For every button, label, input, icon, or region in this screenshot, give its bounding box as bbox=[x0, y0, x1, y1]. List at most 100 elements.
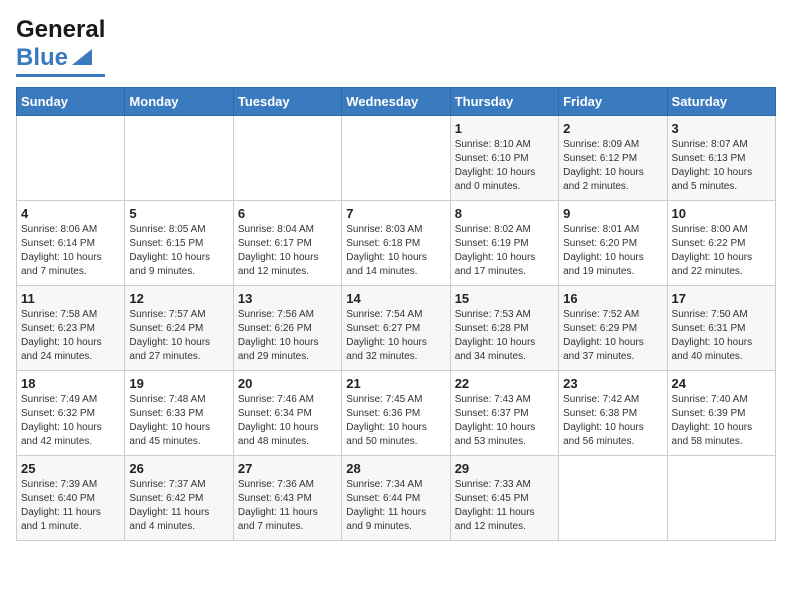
calendar-cell: 4 Sunrise: 8:06 AM Sunset: 6:14 PM Daylig… bbox=[17, 201, 125, 286]
calendar-cell: 15Sunrise: 7:53 AM Sunset: 6:28 PM Dayli… bbox=[450, 286, 558, 371]
day-number: 8 bbox=[455, 206, 554, 221]
calendar-cell: 2 Sunrise: 8:09 AM Sunset: 6:12 PM Daylig… bbox=[559, 116, 667, 201]
day-content: Sunrise: 8:10 AM Sunset: 6:10 PM Dayligh… bbox=[455, 138, 554, 194]
calendar-table: SundayMondayTuesdayWednesdayThursdayFrid… bbox=[16, 87, 776, 541]
day-number: 16 bbox=[563, 291, 662, 306]
day-content: Sunrise: 7:43 AM Sunset: 6:37 PM Dayligh… bbox=[455, 393, 554, 449]
day-content: Sunrise: 7:33 AM Sunset: 6:45 PM Dayligh… bbox=[455, 478, 554, 534]
weekday-header-row: SundayMondayTuesdayWednesdayThursdayFrid… bbox=[17, 88, 776, 116]
day-content: Sunrise: 7:46 AM Sunset: 6:34 PM Dayligh… bbox=[238, 393, 337, 449]
calendar-body: 1 Sunrise: 8:10 AM Sunset: 6:10 PM Daylig… bbox=[17, 116, 776, 541]
calendar-cell: 1 Sunrise: 8:10 AM Sunset: 6:10 PM Daylig… bbox=[450, 116, 558, 201]
day-content: Sunrise: 8:02 AM Sunset: 6:19 PM Dayligh… bbox=[455, 223, 554, 279]
day-content: Sunrise: 8:07 AM Sunset: 6:13 PM Dayligh… bbox=[672, 138, 771, 194]
day-content: Sunrise: 7:34 AM Sunset: 6:44 PM Dayligh… bbox=[346, 478, 445, 534]
day-number: 14 bbox=[346, 291, 445, 306]
weekday-header-cell: Tuesday bbox=[233, 88, 341, 116]
calendar-cell: 3 Sunrise: 8:07 AM Sunset: 6:13 PM Daylig… bbox=[667, 116, 775, 201]
calendar-cell: 11 Sunrise: 7:58 AM Sunset: 6:23 PM Dayli… bbox=[17, 286, 125, 371]
day-number: 13 bbox=[238, 291, 337, 306]
day-content: Sunrise: 8:00 AM Sunset: 6:22 PM Dayligh… bbox=[672, 223, 771, 279]
calendar-cell: 8 Sunrise: 8:02 AM Sunset: 6:19 PM Daylig… bbox=[450, 201, 558, 286]
day-content: Sunrise: 8:03 AM Sunset: 6:18 PM Dayligh… bbox=[346, 223, 445, 279]
calendar-cell: 18 Sunrise: 7:49 AM Sunset: 6:32 PM Dayli… bbox=[17, 371, 125, 456]
calendar-week-row: 11 Sunrise: 7:58 AM Sunset: 6:23 PM Dayli… bbox=[17, 286, 776, 371]
calendar-cell bbox=[342, 116, 450, 201]
day-content: Sunrise: 7:48 AM Sunset: 6:33 PM Dayligh… bbox=[129, 393, 228, 449]
weekday-header-cell: Friday bbox=[559, 88, 667, 116]
day-content: Sunrise: 7:54 AM Sunset: 6:27 PM Dayligh… bbox=[346, 308, 445, 364]
day-number: 25 bbox=[21, 461, 120, 476]
day-content: Sunrise: 7:42 AM Sunset: 6:38 PM Dayligh… bbox=[563, 393, 662, 449]
calendar-cell: 10 Sunrise: 8:00 AM Sunset: 6:22 PM Dayli… bbox=[667, 201, 775, 286]
day-content: Sunrise: 8:09 AM Sunset: 6:12 PM Dayligh… bbox=[563, 138, 662, 194]
day-content: Sunrise: 7:57 AM Sunset: 6:24 PM Dayligh… bbox=[129, 308, 228, 364]
weekday-header-cell: Monday bbox=[125, 88, 233, 116]
day-number: 11 bbox=[21, 291, 120, 306]
day-number: 21 bbox=[346, 376, 445, 391]
day-number: 29 bbox=[455, 461, 554, 476]
day-content: Sunrise: 7:53 AM Sunset: 6:28 PM Dayligh… bbox=[455, 308, 554, 364]
calendar-week-row: 18 Sunrise: 7:49 AM Sunset: 6:32 PM Dayli… bbox=[17, 371, 776, 456]
weekday-header-cell: Sunday bbox=[17, 88, 125, 116]
day-content: Sunrise: 7:39 AM Sunset: 6:40 PM Dayligh… bbox=[21, 478, 120, 534]
day-content: Sunrise: 8:01 AM Sunset: 6:20 PM Dayligh… bbox=[563, 223, 662, 279]
day-number: 9 bbox=[563, 206, 662, 221]
calendar-cell: 27 Sunrise: 7:36 AM Sunset: 6:43 PM Dayli… bbox=[233, 456, 341, 541]
day-content: Sunrise: 7:36 AM Sunset: 6:43 PM Dayligh… bbox=[238, 478, 337, 534]
calendar-cell: 26Sunrise: 7:37 AM Sunset: 6:42 PM Dayli… bbox=[125, 456, 233, 541]
calendar-cell: 9 Sunrise: 8:01 AM Sunset: 6:20 PM Daylig… bbox=[559, 201, 667, 286]
day-number: 20 bbox=[238, 376, 337, 391]
day-number: 22 bbox=[455, 376, 554, 391]
calendar-cell: 7 Sunrise: 8:03 AM Sunset: 6:18 PM Daylig… bbox=[342, 201, 450, 286]
logo-text: General Blue bbox=[16, 16, 105, 72]
weekday-header-cell: Wednesday bbox=[342, 88, 450, 116]
day-content: Sunrise: 7:58 AM Sunset: 6:23 PM Dayligh… bbox=[21, 308, 120, 364]
calendar-cell: 14 Sunrise: 7:54 AM Sunset: 6:27 PM Dayli… bbox=[342, 286, 450, 371]
calendar-cell: 21 Sunrise: 7:45 AM Sunset: 6:36 PM Dayli… bbox=[342, 371, 450, 456]
calendar-cell: 19 Sunrise: 7:48 AM Sunset: 6:33 PM Dayli… bbox=[125, 371, 233, 456]
calendar-cell: 24 Sunrise: 7:40 AM Sunset: 6:39 PM Dayli… bbox=[667, 371, 775, 456]
day-content: Sunrise: 7:56 AM Sunset: 6:26 PM Dayligh… bbox=[238, 308, 337, 364]
calendar-cell: 25 Sunrise: 7:39 AM Sunset: 6:40 PM Dayli… bbox=[17, 456, 125, 541]
day-number: 1 bbox=[455, 121, 554, 136]
day-number: 7 bbox=[346, 206, 445, 221]
day-number: 18 bbox=[21, 376, 120, 391]
day-number: 2 bbox=[563, 121, 662, 136]
calendar-cell: 16 Sunrise: 7:52 AM Sunset: 6:29 PM Dayli… bbox=[559, 286, 667, 371]
calendar-cell: 12 Sunrise: 7:57 AM Sunset: 6:24 PM Dayli… bbox=[125, 286, 233, 371]
day-number: 3 bbox=[672, 121, 771, 136]
day-content: Sunrise: 8:04 AM Sunset: 6:17 PM Dayligh… bbox=[238, 223, 337, 279]
day-number: 4 bbox=[21, 206, 120, 221]
day-number: 17 bbox=[672, 291, 771, 306]
day-number: 28 bbox=[346, 461, 445, 476]
calendar-cell: 6 Sunrise: 8:04 AM Sunset: 6:17 PM Daylig… bbox=[233, 201, 341, 286]
day-number: 12 bbox=[129, 291, 228, 306]
weekday-header-cell: Saturday bbox=[667, 88, 775, 116]
day-content: Sunrise: 8:05 AM Sunset: 6:15 PM Dayligh… bbox=[129, 223, 228, 279]
calendar-cell bbox=[559, 456, 667, 541]
calendar-week-row: 25 Sunrise: 7:39 AM Sunset: 6:40 PM Dayli… bbox=[17, 456, 776, 541]
day-content: Sunrise: 7:49 AM Sunset: 6:32 PM Dayligh… bbox=[21, 393, 120, 449]
day-number: 5 bbox=[129, 206, 228, 221]
day-content: Sunrise: 7:52 AM Sunset: 6:29 PM Dayligh… bbox=[563, 308, 662, 364]
logo-triangle-icon bbox=[70, 47, 92, 69]
calendar-cell: 29 Sunrise: 7:33 AM Sunset: 6:45 PM Dayli… bbox=[450, 456, 558, 541]
day-content: Sunrise: 7:40 AM Sunset: 6:39 PM Dayligh… bbox=[672, 393, 771, 449]
calendar-cell bbox=[17, 116, 125, 201]
calendar-cell bbox=[125, 116, 233, 201]
calendar-cell: 23 Sunrise: 7:42 AM Sunset: 6:38 PM Dayli… bbox=[559, 371, 667, 456]
day-number: 24 bbox=[672, 376, 771, 391]
calendar-week-row: 1 Sunrise: 8:10 AM Sunset: 6:10 PM Daylig… bbox=[17, 116, 776, 201]
day-number: 6 bbox=[238, 206, 337, 221]
page-header: General Blue bbox=[16, 16, 776, 77]
day-number: 10 bbox=[672, 206, 771, 221]
day-number: 27 bbox=[238, 461, 337, 476]
calendar-cell: 17Sunrise: 7:50 AM Sunset: 6:31 PM Dayli… bbox=[667, 286, 775, 371]
day-number: 19 bbox=[129, 376, 228, 391]
calendar-cell: 13 Sunrise: 7:56 AM Sunset: 6:26 PM Dayli… bbox=[233, 286, 341, 371]
day-number: 23 bbox=[563, 376, 662, 391]
day-content: Sunrise: 7:45 AM Sunset: 6:36 PM Dayligh… bbox=[346, 393, 445, 449]
calendar-week-row: 4 Sunrise: 8:06 AM Sunset: 6:14 PM Daylig… bbox=[17, 201, 776, 286]
day-content: Sunrise: 8:06 AM Sunset: 6:14 PM Dayligh… bbox=[21, 223, 120, 279]
